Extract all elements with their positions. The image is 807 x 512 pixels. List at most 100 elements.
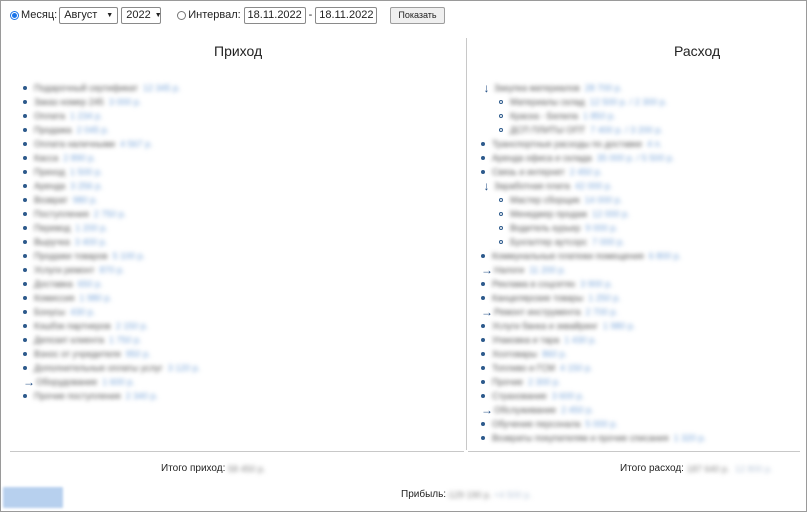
- month-label: Месяц:: [21, 9, 58, 21]
- income-item-amount[interactable]: 4 567 р.: [120, 137, 153, 151]
- income-list-item: Приход 1 500 р.: [23, 165, 200, 179]
- income-item-amount[interactable]: 3 000 р.: [109, 95, 142, 109]
- arrow-down-icon[interactable]: ↓: [481, 82, 492, 94]
- expense-item-amount[interactable]: 7 400 р. / 3 200 р.: [590, 123, 663, 137]
- expense-item-name: Транспортные расходы по доставке: [492, 139, 643, 149]
- expense-item-amount[interactable]: 3 600 р.: [552, 389, 585, 403]
- expense-item-amount[interactable]: 42 000 р.: [575, 179, 613, 193]
- income-list-item: Взнос от учредителя 950 р.: [23, 347, 200, 361]
- income-list-item: Услуги ремонт 870 р.: [23, 263, 200, 277]
- income-item-amount[interactable]: 980 р.: [73, 193, 98, 207]
- expense-item-amount[interactable]: 2 300 р.: [528, 375, 561, 389]
- expense-item-amount[interactable]: 14 000 р.: [585, 193, 623, 207]
- expense-item-amount[interactable]: 35 000 р. / 5 500 р.: [597, 151, 675, 165]
- income-item-amount[interactable]: 2 340 р.: [126, 389, 159, 403]
- date-to-input[interactable]: 18.11.2022: [315, 6, 378, 24]
- expense-item-amount[interactable]: 860 р.: [542, 347, 567, 361]
- income-list-item: Поступления 2 750 р.: [23, 207, 200, 221]
- income-item-name: Возврат: [34, 195, 68, 205]
- income-item-amount[interactable]: 12 345 р.: [143, 81, 181, 95]
- expense-item-amount[interactable]: 4 п.: [647, 137, 662, 151]
- expense-item-amount[interactable]: 7 000 р.: [592, 235, 625, 249]
- arrow-right-icon[interactable]: →: [481, 404, 493, 416]
- year-select[interactable]: 2022 ▼: [121, 6, 162, 24]
- expense-list-item: Услуги банка и эквайринг 1 980 р.: [481, 319, 706, 333]
- income-item-amount[interactable]: 1 600 р.: [102, 375, 135, 389]
- month-radio[interactable]: [10, 10, 19, 20]
- expense-list-item: Краска - Белила 1 850 р.: [481, 109, 706, 123]
- income-item-amount[interactable]: 2 045 р.: [77, 123, 110, 137]
- income-item-amount[interactable]: 1 980 р.: [79, 291, 112, 305]
- arrow-right-icon[interactable]: →: [481, 306, 493, 318]
- income-item-amount[interactable]: 3 400 р.: [75, 235, 108, 249]
- income-item-amount[interactable]: 2 750 р.: [94, 207, 127, 221]
- action-button[interactable]: [3, 487, 63, 508]
- arrow-right-icon[interactable]: →: [23, 376, 35, 388]
- date-from-input[interactable]: 18.11.2022: [243, 6, 306, 24]
- expense-item-amount[interactable]: 11 200 р.: [529, 263, 566, 277]
- bullet-icon: [499, 114, 503, 118]
- expense-item-amount[interactable]: 3 900 р.: [580, 277, 613, 291]
- income-item-amount[interactable]: 650 р.: [78, 277, 103, 291]
- expense-item-name: Услуги банка и эквайринг: [492, 321, 598, 331]
- expense-item-name: Возвраты покупателям и прочие списания: [492, 433, 669, 443]
- expense-item-amount[interactable]: 4 150 р.: [560, 361, 593, 375]
- expense-item-amount[interactable]: 9 000 р.: [585, 221, 618, 235]
- expense-item-name: Мастер сборщик: [510, 195, 580, 205]
- income-item-name: Оплата: [34, 111, 65, 121]
- income-item-amount[interactable]: 1 500 р.: [70, 165, 103, 179]
- bullet-icon: [499, 212, 503, 216]
- bullet-icon: [23, 268, 27, 272]
- expense-item-amount[interactable]: 2 450 р.: [561, 403, 594, 417]
- arrow-down-icon[interactable]: ↓: [481, 180, 492, 192]
- income-item-amount[interactable]: 3 256 р.: [70, 179, 103, 193]
- expense-item-amount[interactable]: 5 000 р.: [585, 417, 618, 431]
- expense-list-item: → Налоги 11 200 р.: [481, 263, 706, 277]
- expense-item-amount[interactable]: 2 700 р.: [586, 305, 619, 319]
- bullet-icon: [481, 352, 485, 356]
- expense-item-amount[interactable]: 6 800 р.: [649, 249, 682, 263]
- expense-item-name: Бухгалтер аутсорс: [510, 237, 588, 247]
- bullet-icon: [499, 128, 503, 132]
- income-item-amount[interactable]: 1 234 р.: [70, 109, 103, 123]
- expense-item-amount[interactable]: 1 320 р.: [674, 431, 707, 445]
- interval-radio[interactable]: [177, 10, 187, 20]
- income-item-amount[interactable]: 1 200 р.: [75, 221, 108, 235]
- expense-item-amount[interactable]: 12 500 р. / 2 300 р.: [590, 95, 668, 109]
- income-item-amount[interactable]: 3 120 р.: [168, 361, 201, 375]
- income-item-amount[interactable]: 5 100 р.: [113, 249, 146, 263]
- expense-item-amount[interactable]: 1 850 р.: [583, 109, 616, 123]
- bullet-icon: [499, 226, 503, 230]
- bullet-icon: [481, 142, 485, 146]
- expense-item-name: Хозтовары: [492, 349, 538, 359]
- expense-item-amount[interactable]: 28 700 р.: [585, 81, 623, 95]
- income-list-item: Комиссия 1 980 р.: [23, 291, 200, 305]
- show-button[interactable]: Показать: [390, 6, 445, 24]
- income-item-amount[interactable]: 430 р.: [70, 305, 95, 319]
- income-list-item: Прочие поступления 2 340 р.: [23, 389, 200, 403]
- income-item-amount[interactable]: 870 р.: [99, 263, 124, 277]
- expense-item-name: Менеджер продаж: [510, 209, 588, 219]
- income-item-amount[interactable]: 2 890 р.: [63, 151, 96, 165]
- income-item-amount[interactable]: 1 750 р.: [109, 333, 142, 347]
- expense-list: ↓ Закупка материалов 28 700 р. Материалы ск…: [481, 81, 706, 445]
- income-list-item: Депозит клиента 1 750 р.: [23, 333, 200, 347]
- expense-item-amount[interactable]: 2 450 р.: [570, 165, 603, 179]
- income-item-amount[interactable]: 2 150 р.: [116, 319, 149, 333]
- income-list: Подарочный сертификат 12 345 р. Заказ номе…: [23, 81, 200, 403]
- arrow-right-icon[interactable]: →: [481, 264, 493, 276]
- expense-item-amount[interactable]: 1 250 р.: [588, 291, 621, 305]
- income-item-amount[interactable]: 950 р.: [126, 347, 151, 361]
- income-footer-divider: [10, 451, 464, 452]
- bullet-icon: [481, 338, 485, 342]
- expense-item-name: Закупка материалов: [494, 83, 580, 93]
- income-item-name: Аренда: [34, 181, 66, 191]
- expense-item-amount[interactable]: 1 430 р.: [564, 333, 597, 347]
- expense-list-item: Аренда офиса и склада 35 000 р. / 5 500 р…: [481, 151, 706, 165]
- expense-list-item: Прочие 2 300 р.: [481, 375, 706, 389]
- month-select[interactable]: Август ▼: [59, 6, 119, 24]
- month-select-value: Август: [64, 9, 98, 21]
- expense-item-amount[interactable]: 12 000 р.: [592, 207, 630, 221]
- profit-label: Прибыль:: [401, 489, 447, 500]
- expense-item-amount[interactable]: 1 980 р.: [603, 319, 636, 333]
